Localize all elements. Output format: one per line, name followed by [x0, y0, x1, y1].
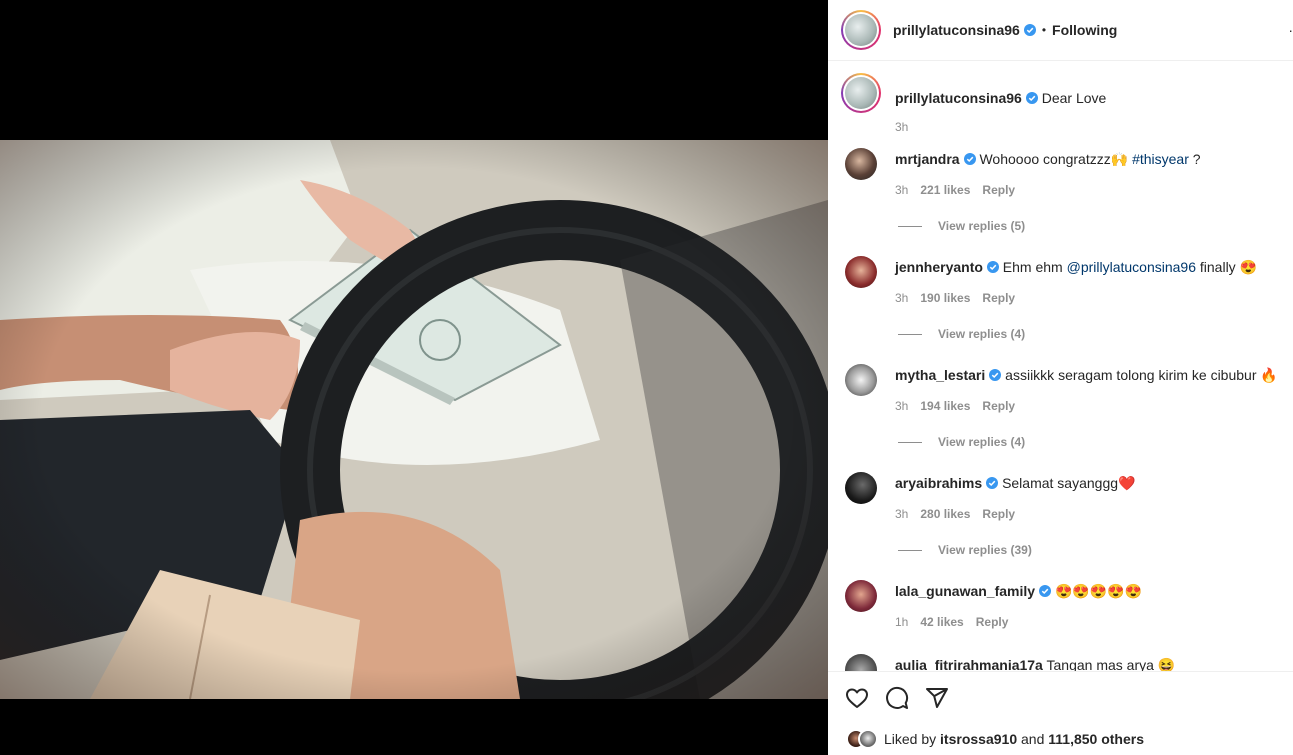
comment-username[interactable]: lala_gunawan_family [895, 583, 1035, 599]
verified-icon [986, 477, 999, 489]
separator-dot: • [1041, 23, 1047, 37]
comment-username[interactable]: mytha_lestari [895, 367, 985, 383]
comment-avatar[interactable] [845, 148, 877, 180]
comment-likes[interactable]: 280 likes [920, 507, 970, 521]
view-replies-button[interactable]: View replies (4) [898, 327, 1025, 341]
more-options-icon[interactable]: · [1288, 22, 1293, 38]
heart-icon[interactable] [845, 686, 869, 710]
post-media [0, 0, 828, 755]
comment-likes[interactable]: 190 likes [920, 291, 970, 305]
comment-text: 😍😍😍😍😍 [1054, 583, 1143, 599]
comment-time: 3h [895, 399, 909, 413]
comment-text: Selamat sayanggg❤️ [1002, 475, 1136, 491]
replies-line [898, 442, 922, 444]
view-replies-button[interactable]: View replies (4) [898, 435, 1025, 449]
comment-time: 1h [895, 615, 909, 629]
comment-likes[interactable]: 221 likes [920, 183, 970, 197]
caption-avatar[interactable] [841, 73, 881, 113]
liked-by-label: Liked by [884, 731, 937, 747]
comment-text: assiikkk seragam tolong kirim ke cibubur… [1005, 367, 1278, 383]
verified-icon [1023, 24, 1036, 36]
and-label: and [1021, 731, 1045, 747]
liker-avatar[interactable] [858, 729, 878, 749]
liker-username[interactable]: itsrossa910 [940, 731, 1017, 747]
comment-text: Ehm ehm [1002, 259, 1067, 275]
comment-username[interactable]: mrtjandra [895, 151, 960, 167]
comment-time: 3h [895, 291, 909, 305]
comment-likes[interactable]: 194 likes [920, 399, 970, 413]
replies-line [898, 550, 922, 552]
comment-username[interactable]: aryaibrahims [895, 475, 982, 491]
author-username[interactable]: prillylatuconsina96 [893, 22, 1036, 38]
reply-button[interactable]: Reply [982, 507, 1015, 521]
share-icon[interactable] [925, 686, 949, 710]
comment-likes[interactable]: 42 likes [920, 615, 963, 629]
comment-avatar[interactable] [845, 580, 877, 612]
caption-username[interactable]: prillylatuconsina96 [895, 90, 1022, 106]
comment-avatar[interactable] [845, 472, 877, 504]
post-panel: prillylatuconsina96 • Following · prilly… [828, 0, 1293, 755]
reply-button[interactable]: Reply [982, 399, 1015, 413]
post-header: prillylatuconsina96 • Following · [828, 0, 1293, 61]
caption-text: Dear Love [1041, 90, 1107, 106]
comment-icon[interactable] [885, 686, 909, 710]
replies-line [898, 226, 922, 228]
likes-summary: Liked by itsrossa910 and 111,850 others [846, 729, 1144, 749]
verified-icon [963, 153, 976, 165]
reply-button[interactable]: Reply [982, 291, 1015, 305]
post-photo[interactable] [0, 140, 828, 699]
comment-text: Wohoooo congratzzz🙌 [979, 151, 1133, 167]
reply-button[interactable]: Reply [982, 183, 1015, 197]
author-avatar[interactable] [841, 10, 881, 50]
comment-text-tail: ? [1188, 151, 1201, 167]
hashtag-link[interactable]: #thisyear [1132, 151, 1189, 167]
comment-text-tail: finally 😍 [1196, 259, 1258, 275]
verified-icon [986, 261, 999, 273]
view-replies-button[interactable]: View replies (5) [898, 219, 1025, 233]
comment-time: 3h [895, 507, 909, 521]
comment-time: 3h [895, 183, 909, 197]
caption-time: 3h [895, 120, 909, 134]
mention-link[interactable]: @prillylatuconsina96 [1067, 259, 1196, 275]
photo-illustration [0, 140, 828, 699]
comment-username[interactable]: aulia_fitrirahmania17a [895, 657, 1043, 671]
comments-list[interactable]: prillylatuconsina96 Dear Love 3h mrtjand… [828, 61, 1293, 671]
comment-avatar[interactable] [845, 654, 877, 671]
verified-icon [1039, 585, 1052, 597]
action-bar: Liked by itsrossa910 and 111,850 others [828, 671, 1293, 755]
following-button[interactable]: Following [1052, 22, 1117, 38]
reply-button[interactable]: Reply [976, 615, 1009, 629]
verified-icon [989, 369, 1002, 381]
comment-text: Tangan mas arya 😆 [1046, 657, 1176, 671]
comment-avatar[interactable] [845, 256, 877, 288]
others-count[interactable]: 111,850 others [1048, 731, 1144, 747]
verified-icon [1025, 92, 1038, 104]
comment-username[interactable]: jennheryanto [895, 259, 983, 275]
comment-avatar[interactable] [845, 364, 877, 396]
view-replies-button[interactable]: View replies (39) [898, 543, 1032, 557]
replies-line [898, 334, 922, 336]
